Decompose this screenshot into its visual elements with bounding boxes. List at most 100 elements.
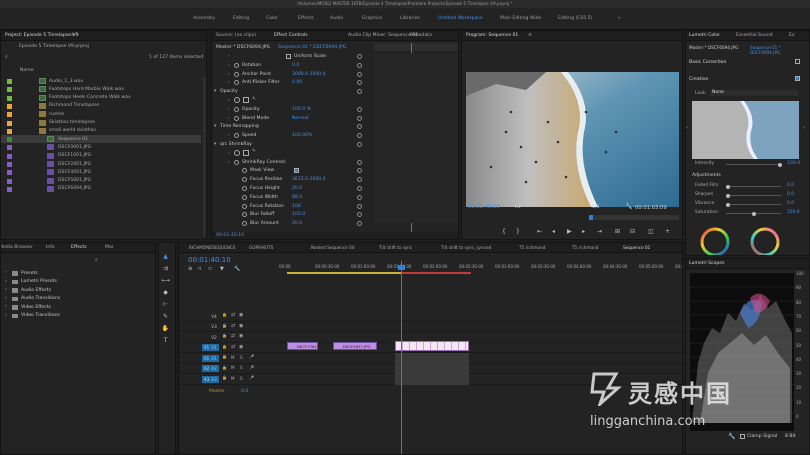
- razor-tool-icon[interactable]: ◆: [161, 289, 170, 297]
- ec-param-value[interactable]: 0.0: [292, 63, 299, 68]
- program-settings-icon[interactable]: 🔧: [625, 203, 632, 210]
- workspace-main-editing-wide[interactable]: Main Editing Wide: [500, 16, 541, 21]
- reset-icon[interactable]: [357, 203, 362, 209]
- project-item[interactable]: Skiathos timelapses: [1, 119, 201, 127]
- timeline-playhead[interactable]: [401, 261, 402, 454]
- look-next-icon[interactable]: ›: [803, 125, 805, 131]
- adjust-slider-knob[interactable]: [726, 202, 730, 207]
- ec-timecode[interactable]: 00:01:40:10: [216, 233, 244, 238]
- step-back-icon[interactable]: ◂: [552, 228, 555, 235]
- effects-tab-1[interactable]: Info: [46, 245, 55, 250]
- adjust-slider[interactable]: [726, 211, 781, 216]
- ec-row[interactable]: ▾ qrc ShrinkRay: [212, 140, 372, 149]
- mark-in-icon[interactable]: {: [502, 228, 506, 235]
- ec-row[interactable]: › Opacity 100.0 %: [212, 105, 372, 114]
- timeline-tab-5[interactable]: T5 richmond: [519, 245, 545, 250]
- basic-correction-header[interactable]: Basic Correction: [689, 60, 726, 65]
- stopwatch-icon[interactable]: [242, 168, 247, 174]
- effects-folder-item[interactable]: › Video Effects: [1, 303, 155, 311]
- label-color-swatch[interactable]: [7, 87, 12, 93]
- ec-row[interactable]: › ✎: [212, 96, 372, 105]
- stopwatch-icon[interactable]: [242, 203, 247, 209]
- ec-row[interactable]: Focus Position 3615.0 2000.0: [212, 175, 372, 184]
- workspace-editing-cs5-5-[interactable]: Editing (CS5.5): [558, 16, 592, 21]
- look-select[interactable]: None: [710, 90, 798, 96]
- ec-row[interactable]: › Blend Mode Normal: [212, 114, 372, 123]
- disclosure-triangle-icon[interactable]: ›: [228, 98, 230, 103]
- pen-mask-icon[interactable]: ✎: [252, 97, 256, 102]
- workspace--[interactable]: »: [618, 16, 621, 21]
- clamp-signal-checkbox[interactable]: [740, 434, 745, 439]
- ec-row[interactable]: › Uniform Scale: [212, 52, 372, 61]
- effects-tab-0[interactable]: Media Browser: [1, 245, 33, 250]
- ec-row[interactable]: ▾ Opacity: [212, 87, 372, 96]
- timeline-tab-7[interactable]: Sequence 01: [623, 245, 650, 250]
- master-track-value[interactable]: 0.0: [241, 389, 248, 394]
- workspace-libraries[interactable]: Libraries: [400, 16, 420, 21]
- stopwatch-icon[interactable]: [242, 194, 247, 200]
- adjust-slider[interactable]: [726, 184, 781, 189]
- slip-tool-icon[interactable]: ⊢: [161, 301, 170, 309]
- ec-row[interactable]: Focus Width 88.0: [212, 193, 372, 202]
- project-item[interactable]: small world skiathos: [1, 127, 201, 135]
- lumetri-tab-1[interactable]: Essential Sound: [736, 33, 773, 38]
- label-color-swatch[interactable]: [7, 95, 12, 101]
- ec-row[interactable]: Mask View: [212, 166, 372, 175]
- pen-tool-icon[interactable]: ✎: [161, 313, 170, 321]
- export-frame-icon[interactable]: ◫: [648, 228, 654, 235]
- creative-toggle[interactable]: [795, 76, 800, 81]
- project-item[interactable]: Footsteps Heels Concrete Walk.wav: [1, 94, 201, 102]
- disclosure-triangle-icon[interactable]: ›: [228, 63, 230, 68]
- program-scrubber[interactable]: [589, 215, 679, 220]
- label-color-swatch[interactable]: [7, 145, 12, 151]
- timeline-tab-0[interactable]: RICHMONDSEQUENCE: [189, 245, 236, 250]
- snap-icon[interactable]: ∩: [198, 266, 202, 272]
- project-search-icon[interactable]: ⌕: [5, 54, 8, 60]
- project-scrollbar[interactable]: [203, 77, 206, 237]
- label-color-swatch[interactable]: [7, 79, 12, 84]
- stopwatch-icon[interactable]: [242, 177, 247, 183]
- linked-selection-icon[interactable]: ⊂: [208, 266, 212, 272]
- creative-header[interactable]: Creative: [689, 77, 708, 82]
- project-item[interactable]: DSCF5001.JPG: [1, 177, 201, 185]
- adjust-slider[interactable]: [726, 202, 781, 207]
- disclosure-triangle-icon[interactable]: ›: [228, 80, 230, 85]
- timeline-tab-3[interactable]: Tilt shift to sync: [379, 245, 412, 250]
- intensity-value[interactable]: 100.0: [787, 161, 800, 166]
- disclosure-triangle-icon[interactable]: ▾: [214, 124, 216, 129]
- disclosure-triangle-icon[interactable]: ›: [5, 304, 7, 309]
- project-item[interactable]: DSCF6094.JPG: [1, 185, 201, 193]
- stopwatch-icon[interactable]: [234, 159, 239, 165]
- overwrite-icon[interactable]: ⊟: [630, 228, 635, 235]
- project-item[interactable]: rushes: [1, 110, 201, 118]
- adjust-value[interactable]: 100.0: [787, 210, 800, 215]
- ec-row[interactable]: › ShrinkRay Controls: [212, 158, 372, 167]
- track-select-icon[interactable]: ⇉: [161, 265, 170, 273]
- ec-checkbox[interactable]: [286, 53, 291, 59]
- ec-param-value[interactable]: 3000.0 2000.0: [292, 72, 326, 77]
- disclosure-triangle-icon[interactable]: ›: [228, 116, 230, 121]
- stopwatch-icon[interactable]: [234, 115, 239, 121]
- program-fit-select[interactable]: Fit: [515, 205, 520, 210]
- ec-row[interactable]: Focus Rotation 108: [212, 202, 372, 211]
- reset-icon[interactable]: [357, 168, 362, 174]
- project-item[interactable]: DSCF2001.JPG: [1, 160, 201, 168]
- scopes-settings-icon[interactable]: 🔧: [728, 433, 735, 440]
- project-item[interactable]: Audio_1_3.wav: [1, 77, 201, 85]
- rect-mask-icon[interactable]: [243, 149, 249, 156]
- selection-tool-icon[interactable]: ▲: [161, 253, 170, 261]
- disclosure-triangle-icon[interactable]: ›: [228, 151, 230, 156]
- ec-param-value[interactable]: 20.0: [292, 221, 302, 226]
- disclosure-triangle-icon[interactable]: ›: [5, 270, 7, 275]
- adjust-slider-knob[interactable]: [752, 211, 756, 216]
- program-menu-icon[interactable]: ≡: [528, 33, 532, 38]
- effects-folder-item[interactable]: › Video Transitions: [1, 312, 155, 320]
- ec-row[interactable]: › ✎: [212, 149, 372, 158]
- reset-icon[interactable]: [357, 115, 362, 121]
- source-tab-0[interactable]: Source: (no clips): [216, 33, 256, 38]
- reset-icon[interactable]: [357, 159, 362, 165]
- program-timecode[interactable]: 00:01:40:10: [468, 204, 500, 210]
- reset-icon[interactable]: [357, 194, 362, 200]
- timeline-playhead-handle[interactable]: [398, 265, 405, 270]
- stopwatch-icon[interactable]: [242, 212, 247, 218]
